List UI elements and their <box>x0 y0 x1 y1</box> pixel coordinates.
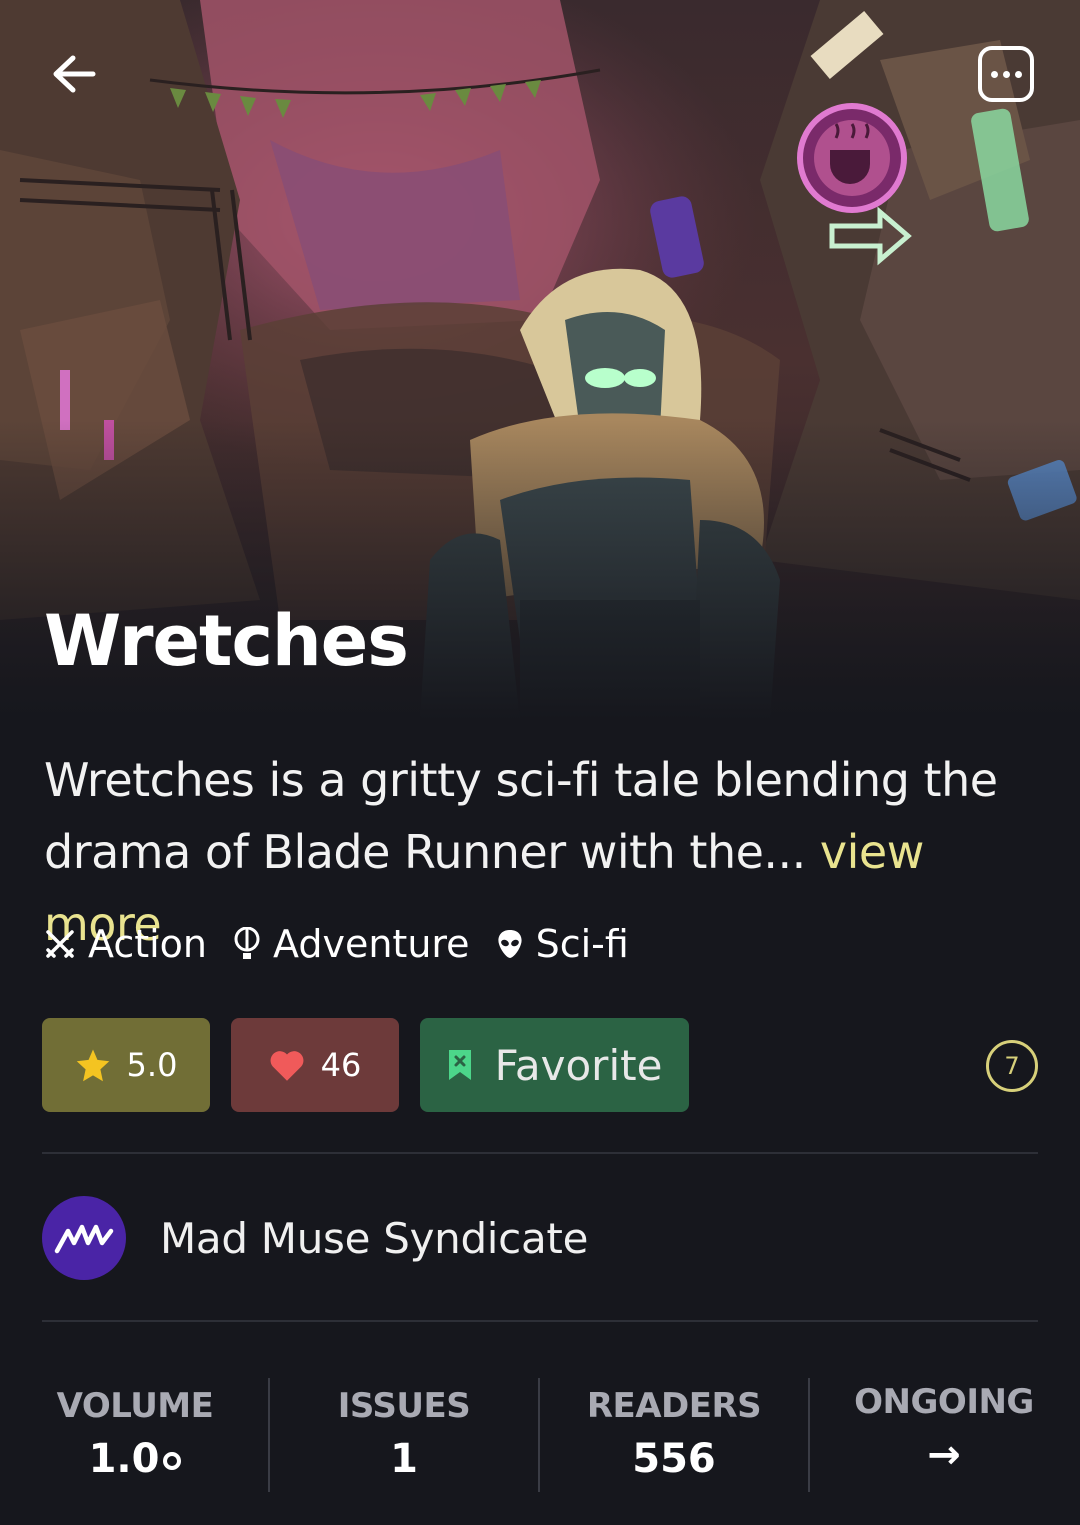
stat-readers: READERS 556 <box>539 1378 809 1482</box>
stat-ongoing[interactable]: ONGOING → <box>809 1378 1079 1478</box>
genre-label: Adventure <box>273 922 470 966</box>
like-button[interactable]: 46 <box>231 1018 399 1112</box>
ellipsis-icon <box>990 70 998 78</box>
heart-icon <box>270 1051 304 1081</box>
likes-count: 46 <box>320 1046 362 1084</box>
genre-label: Action <box>88 922 208 966</box>
star-icon <box>76 1049 109 1082</box>
genre-sci-fi[interactable]: Sci-fi <box>496 922 629 966</box>
back-button[interactable] <box>44 44 104 104</box>
favorite-button[interactable]: Favorite <box>420 1018 689 1112</box>
count-badge[interactable]: 7 <box>986 1040 1038 1092</box>
genre-label: Sci-fi <box>535 922 629 966</box>
action-bar: 5.0 46 Favorite <box>42 1018 689 1112</box>
arrow-right-icon: → <box>927 1432 961 1478</box>
stat-volume[interactable]: VOLUME 1.0 <box>0 1378 270 1482</box>
rating-value: 5.0 <box>126 1046 178 1084</box>
stat-value: 556 <box>632 1436 716 1482</box>
stat-value: 1 <box>390 1436 418 1482</box>
cover-art: Wretches <box>0 0 1080 720</box>
bookmark-icon <box>448 1050 471 1080</box>
hot-air-balloon-icon <box>234 927 260 959</box>
stat-label: READERS <box>586 1386 762 1426</box>
stat-label: ISSUES <box>337 1386 471 1426</box>
divider <box>42 1152 1038 1154</box>
publisher-logo-icon <box>54 1224 114 1254</box>
stat-label: ONGOING <box>854 1382 1034 1422</box>
more-options-button[interactable] <box>978 46 1034 102</box>
alien-icon <box>497 930 522 958</box>
crossed-swords-icon <box>46 930 74 958</box>
divider <box>42 1320 1038 1322</box>
genre-adventure[interactable]: Adventure <box>233 922 470 966</box>
publisher-avatar <box>42 1196 126 1280</box>
genre-action[interactable]: Action <box>44 922 207 966</box>
genre-list: Action Adventure Sci-fi <box>44 922 629 966</box>
publisher-row[interactable]: Mad Muse Syndicate <box>42 1196 588 1280</box>
rating-button[interactable]: 5.0 <box>42 1018 210 1112</box>
stat-issues[interactable]: ISSUES 1 <box>269 1378 539 1482</box>
dropdown-dot-icon <box>163 1452 182 1470</box>
arrow-left-icon <box>53 55 96 93</box>
favorite-label: Favorite <box>494 1040 663 1090</box>
stat-label: VOLUME <box>56 1386 214 1426</box>
stats-bar: VOLUME 1.0 ISSUES 1 READERS 556 ONGOING … <box>0 1378 1080 1492</box>
stat-value: 1.0 <box>0 1436 270 1482</box>
publisher-name: Mad Muse Syndicate <box>160 1213 589 1263</box>
comic-title: Wretches <box>44 600 409 682</box>
